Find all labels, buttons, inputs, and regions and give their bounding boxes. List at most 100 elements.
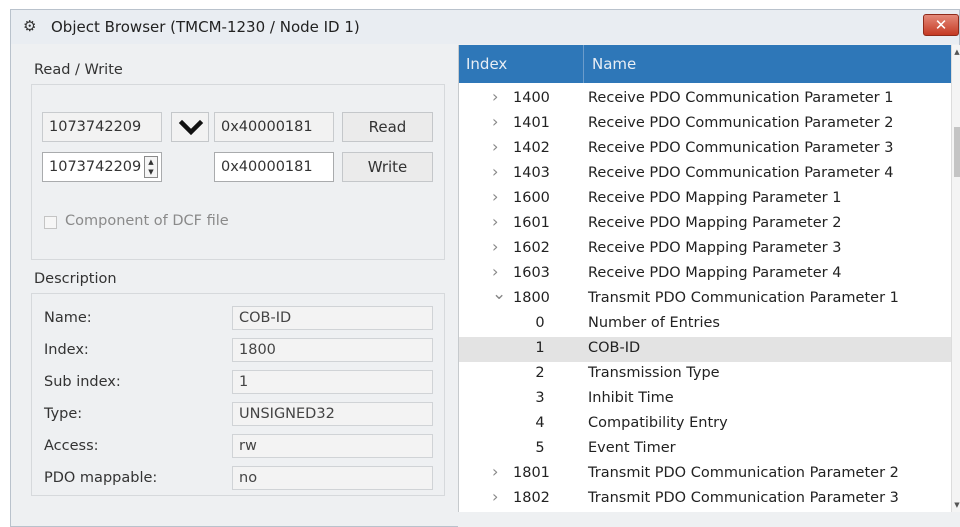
row-name: Receive PDO Communication Parameter 4	[588, 165, 894, 181]
row-index: 1602	[513, 240, 550, 256]
read-write-group: 1073742209 0x40000181 Read 1073742209 ▲ ▼…	[31, 84, 445, 260]
subindex-value: 1	[232, 370, 433, 394]
tree-row[interactable]: › 1600 Receive PDO Mapping Parameter 1	[459, 187, 951, 212]
description-label: Description	[34, 271, 117, 287]
chevron-right-icon[interactable]: ›	[492, 487, 504, 506]
description-group: Name: COB-ID Index: 1800 Sub index: 1 Ty…	[31, 293, 445, 496]
row-subindex: 0	[535, 315, 545, 331]
chevron-right-icon[interactable]: ›	[492, 162, 504, 181]
close-button[interactable]: ✕	[923, 14, 959, 36]
write-button[interactable]: Write	[342, 152, 433, 182]
read-button[interactable]: Read	[342, 112, 433, 142]
object-browser-window: ⚙ Object Browser (TMCM-1230 / Node ID 1)…	[10, 9, 960, 527]
row-subindex: 2	[535, 365, 545, 381]
object-browser-icon: ⚙	[23, 17, 37, 35]
row-subindex: 5	[535, 440, 545, 456]
row-name: Receive PDO Mapping Parameter 1	[588, 190, 842, 206]
tree-bottom-edge	[458, 512, 960, 527]
tree-row[interactable]: › 1602 Receive PDO Mapping Parameter 3	[459, 237, 951, 262]
row-name: Receive PDO Communication Parameter 1	[588, 90, 894, 106]
row-name: Receive PDO Communication Parameter 2	[588, 115, 894, 131]
row-index: 1403	[513, 165, 550, 181]
row-index: 1601	[513, 215, 550, 231]
tree-row[interactable]: › 1400 Receive PDO Communication Parameter…	[459, 87, 951, 112]
tree-subrow[interactable]: 0 Number of Entries	[459, 312, 951, 337]
tree-row[interactable]: › 1601 Receive PDO Mapping Parameter 2	[459, 212, 951, 237]
dcf-checkbox-label: Component of DCF file	[65, 213, 229, 229]
row-subindex: 1	[535, 340, 545, 356]
name-label: Name:	[44, 310, 92, 326]
tree-subrow[interactable]: 1 COB-ID	[459, 337, 951, 362]
row-index: 1400	[513, 90, 550, 106]
dcf-checkbox[interactable]	[44, 216, 57, 229]
row-subindex: 4	[535, 415, 545, 431]
row-name: Receive PDO Mapping Parameter 4	[588, 265, 842, 281]
row-index: 1600	[513, 190, 550, 206]
row-name: Inhibit Time	[588, 390, 674, 406]
row-index: 1800	[513, 290, 550, 306]
tree-row[interactable]: › 1801 Transmit PDO Communication Paramete…	[459, 462, 951, 487]
tree-subrow[interactable]: 2 Transmission Type	[459, 362, 951, 387]
tree-row[interactable]: › 1401 Receive PDO Communication Parameter…	[459, 112, 951, 137]
read-hex-field[interactable]: 0x40000181	[214, 112, 334, 142]
read-value-field[interactable]: 1073742209	[42, 112, 162, 142]
scroll-up-icon[interactable]: ▲	[952, 45, 960, 59]
tree-subrow[interactable]: 3 Inhibit Time	[459, 387, 951, 412]
row-index: 1603	[513, 265, 550, 281]
index-value: 1800	[232, 338, 433, 362]
index-label: Index:	[44, 342, 89, 358]
object-tree[interactable]: Index Name › 1400 Receive PDO Communicatio…	[458, 45, 951, 512]
subindex-label: Sub index:	[44, 374, 121, 390]
row-index: 1401	[513, 115, 550, 131]
column-header-index[interactable]: Index	[466, 55, 507, 73]
row-index: 1802	[513, 490, 550, 506]
row-name: Transmit PDO Communication Parameter 1	[588, 290, 899, 306]
type-label: Type:	[44, 406, 83, 422]
tree-rows: › 1400 Receive PDO Communication Parameter…	[459, 87, 951, 512]
chevron-right-icon[interactable]: ›	[492, 137, 504, 156]
read-write-label: Read / Write	[34, 62, 123, 78]
chevron-right-icon[interactable]: ›	[492, 87, 504, 106]
tree-subrow[interactable]: 4 Compatibility Entry	[459, 412, 951, 437]
row-name: Receive PDO Mapping Parameter 2	[588, 215, 842, 231]
tree-row[interactable]: › 1402 Receive PDO Communication Parameter…	[459, 137, 951, 162]
spin-stepper[interactable]: ▲ ▼	[144, 156, 158, 178]
tree-row[interactable]: ⌄ 1800 Transmit PDO Communication Paramete…	[459, 284, 951, 312]
row-name: Event Timer	[588, 440, 676, 456]
vertical-scrollbar[interactable]: ▲ ▼	[951, 45, 960, 512]
tree-row[interactable]: › 1802 Transmit PDO Communication Paramete…	[459, 487, 951, 512]
chevron-right-icon[interactable]: ›	[492, 112, 504, 131]
chevron-down-icon	[178, 119, 204, 136]
tree-header: Index Name	[459, 45, 951, 83]
title-bar[interactable]: ⚙ Object Browser (TMCM-1230 / Node ID 1)…	[11, 10, 959, 44]
tree-row[interactable]: › 1403 Receive PDO Communication Parameter…	[459, 162, 951, 187]
row-name: Receive PDO Mapping Parameter 3	[588, 240, 842, 256]
row-index: 1801	[513, 465, 550, 481]
tree-row[interactable]: › 1603 Receive PDO Mapping Parameter 4	[459, 262, 951, 287]
chevron-down-icon[interactable]: ⌄	[492, 284, 506, 304]
row-name: Number of Entries	[588, 315, 720, 331]
dropdown-button[interactable]	[171, 112, 209, 142]
chevron-right-icon[interactable]: ›	[492, 212, 504, 231]
row-subindex: 3	[535, 390, 545, 406]
column-header-name[interactable]: Name	[592, 55, 636, 73]
chevron-right-icon[interactable]: ›	[492, 237, 504, 256]
window-title: Object Browser (TMCM-1230 / Node ID 1)	[51, 18, 360, 36]
access-value: rw	[232, 434, 433, 458]
write-value-field[interactable]: 1073742209 ▲ ▼	[42, 152, 162, 182]
write-hex-field[interactable]: 0x40000181	[214, 152, 334, 182]
scrollbar-thumb[interactable]	[954, 127, 960, 177]
chevron-right-icon[interactable]: ›	[492, 187, 504, 206]
scroll-down-icon[interactable]: ▼	[952, 498, 960, 512]
tree-subrow[interactable]: 5 Event Timer	[459, 437, 951, 462]
chevron-right-icon[interactable]: ›	[492, 462, 504, 481]
name-value: COB-ID	[232, 306, 433, 330]
chevron-right-icon[interactable]: ›	[492, 262, 504, 281]
type-value: UNSIGNED32	[232, 402, 433, 426]
row-index: 1402	[513, 140, 550, 156]
row-name: Transmission Type	[588, 365, 720, 381]
row-name: Receive PDO Communication Parameter 3	[588, 140, 894, 156]
write-value-text: 1073742209	[49, 159, 142, 175]
column-separator[interactable]	[583, 45, 584, 83]
row-name: Compatibility Entry	[588, 415, 728, 431]
